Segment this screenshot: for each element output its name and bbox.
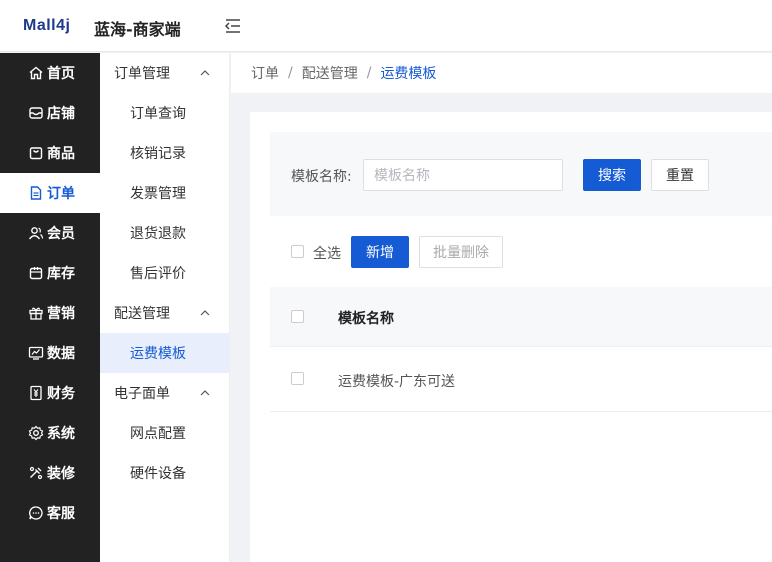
menu-item-outlet-config[interactable]: 网点配置 <box>100 413 229 453</box>
app-logo[interactable]: Mall4j <box>23 17 70 35</box>
menu-collapse-icon[interactable] <box>224 17 242 35</box>
sidebar-item-goods[interactable]: 商品 <box>0 133 100 173</box>
search-form: 模板名称: 搜索 重置 <box>270 132 772 216</box>
sidebar-item-system[interactable]: 系统 <box>0 413 100 453</box>
sidebar-item-shop[interactable]: 店铺 <box>0 93 100 133</box>
chevron-up-icon <box>200 70 210 76</box>
logo-text: Mall <box>23 17 57 34</box>
sidebar-item-label: 首页 <box>47 66 75 82</box>
batch-delete-button[interactable]: 批量删除 <box>419 236 503 268</box>
chevron-up-icon <box>200 310 210 316</box>
sidebar-item-label: 订单 <box>47 186 75 202</box>
sidebar-item-data[interactable]: 数据 <box>0 333 100 373</box>
column-header-template-name: 模板名称 <box>338 311 394 327</box>
sidebar-item-service[interactable]: 客服 <box>0 493 100 533</box>
menu-group-title: 电子面单 <box>114 386 170 402</box>
sidebar-item-label: 财务 <box>47 386 75 402</box>
sidebar-item-inventory[interactable]: 库存 <box>0 253 100 293</box>
row-checkbox[interactable] <box>291 372 304 385</box>
breadcrumb-current: 运费模板 <box>380 66 437 82</box>
header-checkbox[interactable] <box>291 309 304 323</box>
template-name-cell: 运费模板-广东可送 <box>338 374 456 390</box>
sidebar-item-label: 系统 <box>47 426 75 442</box>
finance-icon <box>28 385 44 401</box>
breadcrumb-separator: / <box>288 65 293 81</box>
menu-group-electronic-waybill[interactable]: 电子面单 <box>100 373 229 413</box>
app-title: 蓝海-商家端 <box>94 20 181 39</box>
decorate-icon <box>28 465 44 481</box>
sidebar-item-label: 会员 <box>47 226 75 242</box>
menu-item-verification-records[interactable]: 核销记录 <box>100 133 229 173</box>
menu-group-title: 订单管理 <box>114 66 170 82</box>
search-button[interactable]: 搜索 <box>583 159 641 191</box>
add-button[interactable]: 新增 <box>351 236 409 268</box>
select-all-checkbox[interactable] <box>291 245 304 258</box>
menu-item-shipping-templates[interactable]: 运费模板 <box>100 333 229 373</box>
sidebar-item-label: 营销 <box>47 306 75 322</box>
select-all-label: 全选 <box>313 246 341 262</box>
sidebar-item-label: 客服 <box>47 506 75 522</box>
menu-group-order-management[interactable]: 订单管理 <box>100 53 229 93</box>
templates-table: 模板名称 运费模板-广东可送 <box>270 287 772 412</box>
sidebar-item-finance[interactable]: 财务 <box>0 373 100 413</box>
sidebar-item-marketing[interactable]: 营销 <box>0 293 100 333</box>
gear-icon <box>28 425 44 441</box>
sidebar-item-members[interactable]: 会员 <box>0 213 100 253</box>
menu-item-order-query[interactable]: 订单查询 <box>100 93 229 133</box>
breadcrumb-item[interactable]: 订单 <box>251 63 279 83</box>
menu-item-returns-refunds[interactable]: 退货退款 <box>100 213 229 253</box>
sidebar-item-label: 库存 <box>47 266 75 282</box>
sub-sidebar: 订单管理 订单查询 核销记录 发票管理 退货退款 售后评价 配送管理 运费模板 … <box>100 53 230 562</box>
main-sidebar: 首页 店铺 商品 订单 会员 库存 营销 数据 财务 系统 装修 客服 <box>0 53 100 562</box>
chevron-up-icon <box>200 390 210 396</box>
menu-item-after-sales-reviews[interactable]: 售后评价 <box>100 253 229 293</box>
users-icon <box>28 225 44 241</box>
sidebar-item-label: 数据 <box>47 346 75 362</box>
reset-button[interactable]: 重置 <box>651 159 709 191</box>
menu-group-delivery-management[interactable]: 配送管理 <box>100 293 229 333</box>
sidebar-item-label: 店铺 <box>47 106 75 122</box>
top-header: Mall4j 蓝海-商家端 <box>0 0 772 52</box>
inventory-icon <box>28 265 44 281</box>
bag-icon <box>28 145 44 161</box>
table-header: 模板名称 <box>270 287 772 347</box>
document-icon <box>28 185 44 201</box>
search-label: 模板名称: <box>291 169 352 185</box>
sidebar-item-label: 商品 <box>47 146 75 162</box>
menu-item-hardware-devices[interactable]: 硬件设备 <box>100 453 229 493</box>
gift-icon <box>28 305 44 321</box>
sidebar-item-decorate[interactable]: 装修 <box>0 453 100 493</box>
sidebar-item-orders[interactable]: 订单 <box>0 173 100 213</box>
logo-suffix: 4j <box>56 17 71 34</box>
menu-item-invoice-management[interactable]: 发票管理 <box>100 173 229 213</box>
chat-icon <box>28 505 44 521</box>
menu-group-title: 配送管理 <box>114 306 170 322</box>
shop-icon <box>28 105 44 121</box>
sidebar-item-home[interactable]: 首页 <box>0 53 100 93</box>
content-card: 模板名称: 搜索 重置 全选 新增 批量删除 模板名称 运费模板-广东可送 <box>250 112 772 562</box>
chart-icon <box>28 345 44 361</box>
home-icon <box>28 65 44 81</box>
breadcrumb: 订单 / 配送管理 / 运费模板 <box>231 53 772 93</box>
table-row: 运费模板-广东可送 <box>270 347 772 412</box>
sidebar-item-label: 装修 <box>47 466 75 482</box>
breadcrumb-item[interactable]: 配送管理 <box>302 63 358 83</box>
template-name-input[interactable] <box>363 159 563 191</box>
breadcrumb-separator: / <box>366 65 372 81</box>
